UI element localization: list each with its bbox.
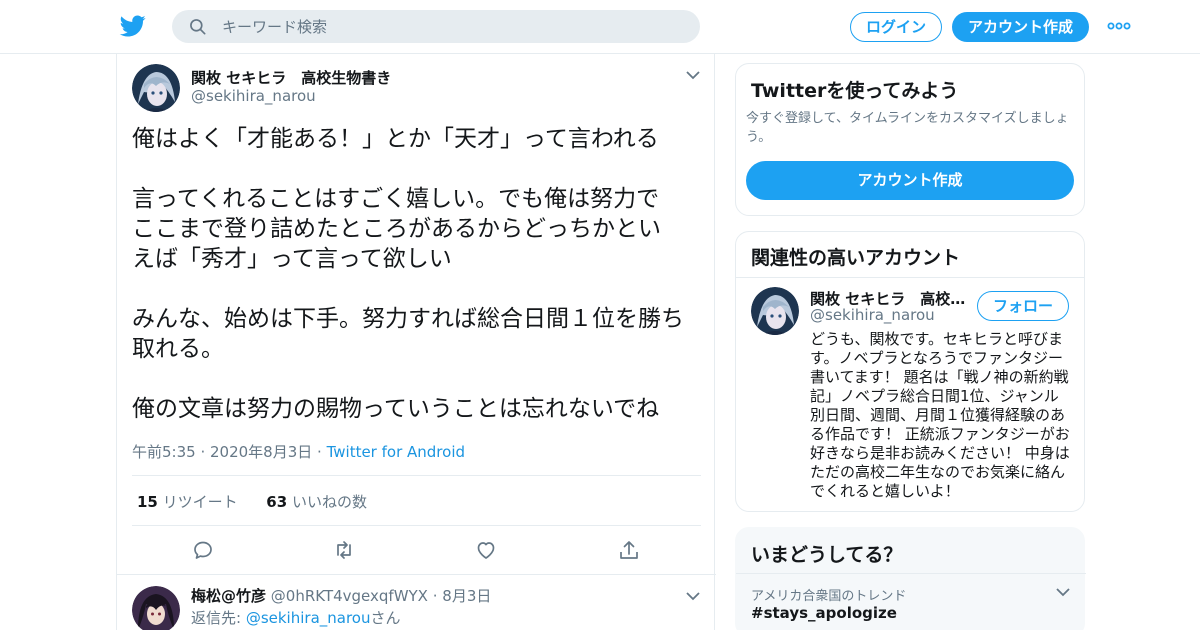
meta-dot: · <box>195 443 210 461</box>
avatar[interactable] <box>751 287 799 335</box>
trend-item[interactable]: #stays_apologize <box>751 604 897 622</box>
like-label: いいねの数 <box>291 493 367 511</box>
login-button[interactable]: ログイン <box>850 12 942 42</box>
tweet-paragraph: 俺の文章は努力の賜物っていうことは忘れないでね <box>132 396 660 422</box>
signup-card-subtitle: 今すぐ登録して、タイムラインをカスタマイズしましょう。 <box>746 111 1069 145</box>
reply-author-handle[interactable]: @0hRKT4vgexqfWYX <box>271 587 428 605</box>
tweet-paragraph: みんな、始めは下手。努力すれば総合日間１位を勝ち 取れる。 <box>132 306 684 362</box>
tweet-text: 俺はよく「才能ある！」とか「天才」って言われる 言ってくれることはすごく嬉しい。… <box>132 124 702 424</box>
like-stat[interactable]: 63 いいねの数 <box>266 493 367 511</box>
share-icon[interactable] <box>617 538 641 562</box>
search-bar[interactable] <box>172 10 700 43</box>
chevron-down-icon[interactable] <box>1056 588 1070 597</box>
tweet-timestamp: 午前5:35 · 2020年8月3日 · Twitter for Android <box>132 441 465 462</box>
signup-button[interactable]: アカウント作成 <box>952 12 1089 42</box>
trends-title: いまどうしてる？ <box>751 544 903 566</box>
retweet-label: リツイート <box>162 493 238 511</box>
trend-context: アメリカ合衆国のトレンド <box>751 589 907 604</box>
retweet-stat[interactable]: 15 リツイート <box>137 493 238 511</box>
divider <box>736 573 1086 574</box>
signup-card-button[interactable]: アカウント作成 <box>746 161 1074 200</box>
signup-card: Twitterを使ってみよう 今すぐ登録して、タイムラインをカスタマイズしましょ… <box>735 63 1085 216</box>
chevron-down-icon[interactable] <box>686 592 700 601</box>
heart-icon[interactable] <box>474 538 498 562</box>
avatar[interactable] <box>132 64 180 112</box>
related-account-handle[interactable]: @sekihira_narou <box>810 306 935 324</box>
trends-card: いまどうしてる？ アメリカ合衆国のトレンド #stays_apologize <box>735 527 1086 630</box>
reply-to-suffix: さん <box>370 609 401 627</box>
divider <box>736 277 1084 278</box>
author-handle[interactable]: @sekihira_narou <box>191 87 316 105</box>
reply-header: 梅松@竹彦 @0hRKT4vgexqfWYX · 8月3日 <box>191 585 491 606</box>
avatar[interactable] <box>132 586 180 630</box>
signup-card-title: Twitterを使ってみよう <box>751 80 959 102</box>
reply-author-name[interactable]: 梅松@竹彦 <box>191 587 266 605</box>
reply-to-handle[interactable]: @sekihira_narou <box>246 609 371 627</box>
top-nav: ログイン アカウント作成 <box>0 0 1200 54</box>
reply-date[interactable]: 8月3日 <box>442 587 491 605</box>
like-count: 63 <box>266 493 288 511</box>
reply-to-prefix: 返信先: <box>191 609 246 627</box>
reply-to-line: 返信先: @sekihira_narouさん <box>191 607 401 628</box>
tweet-date[interactable]: 2020年8月3日 <box>210 443 312 461</box>
twitter-bird-icon[interactable] <box>119 13 147 39</box>
follow-button[interactable]: フォロー <box>977 291 1069 321</box>
retweet-icon[interactable] <box>332 538 356 562</box>
tweet-actions <box>117 538 716 564</box>
more-dots-icon[interactable] <box>1107 20 1131 32</box>
related-account-bio: どうも、関枚です。セキヒラと呼びます。ノベプラとなろうでファンタジー書いてます！… <box>810 330 1070 500</box>
divider <box>132 475 701 476</box>
tweet-paragraph: 俺はよく「才能ある！」とか「天才」って言われる <box>132 126 659 152</box>
tweet-column: 関枚 セキヒラ 高校生物書き @sekihira_narou 俺はよく「才能ある… <box>116 54 716 630</box>
meta-dot: · <box>427 587 443 605</box>
meta-dot: · <box>312 443 327 461</box>
divider <box>117 574 716 575</box>
search-icon <box>190 19 206 35</box>
related-accounts-title: 関連性の高いアカウント <box>751 247 961 269</box>
author-name[interactable]: 関枚 セキヒラ 高校生物書き <box>191 67 391 88</box>
divider <box>132 525 701 526</box>
related-accounts-card: 関連性の高いアカウント 関枚 セキヒラ 高校生物書き @sekihira_nar… <box>735 231 1085 512</box>
tweet-stats: 15 リツイート 63 いいねの数 <box>137 491 367 512</box>
search-input[interactable] <box>222 10 682 43</box>
reply-icon[interactable] <box>191 538 215 562</box>
tweet-paragraph: 言ってくれることはすごく嬉しい。でも俺は努力で ここまで登り詰めたところがあるか… <box>132 186 661 272</box>
tweet-source-link[interactable]: Twitter for Android <box>327 443 465 461</box>
chevron-down-icon[interactable] <box>686 71 700 80</box>
retweet-count: 15 <box>137 493 158 511</box>
tweet-time[interactable]: 午前5:35 <box>132 443 196 461</box>
